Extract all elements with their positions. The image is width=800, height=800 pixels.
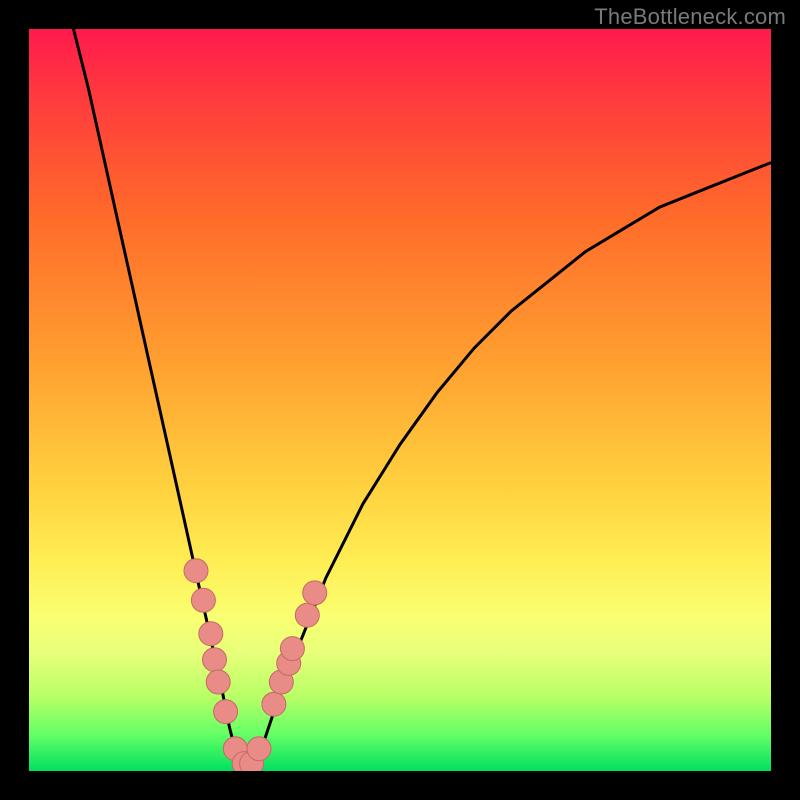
chart-plot-area xyxy=(29,29,771,771)
data-marker xyxy=(184,559,208,583)
chart-overlay xyxy=(29,29,771,771)
data-marker xyxy=(191,588,215,612)
data-marker xyxy=(280,637,304,661)
data-marker xyxy=(295,603,319,627)
data-marker xyxy=(206,670,230,694)
data-marker xyxy=(199,622,223,646)
data-marker xyxy=(303,581,327,605)
data-marker xyxy=(247,737,271,761)
bottleneck-curve xyxy=(74,29,772,771)
chart-frame: TheBottleneck.com xyxy=(0,0,800,800)
data-marker xyxy=(214,700,238,724)
data-marker xyxy=(262,692,286,716)
watermark-text: TheBottleneck.com xyxy=(594,4,786,30)
data-marker xyxy=(203,648,227,672)
marker-group xyxy=(184,559,327,771)
